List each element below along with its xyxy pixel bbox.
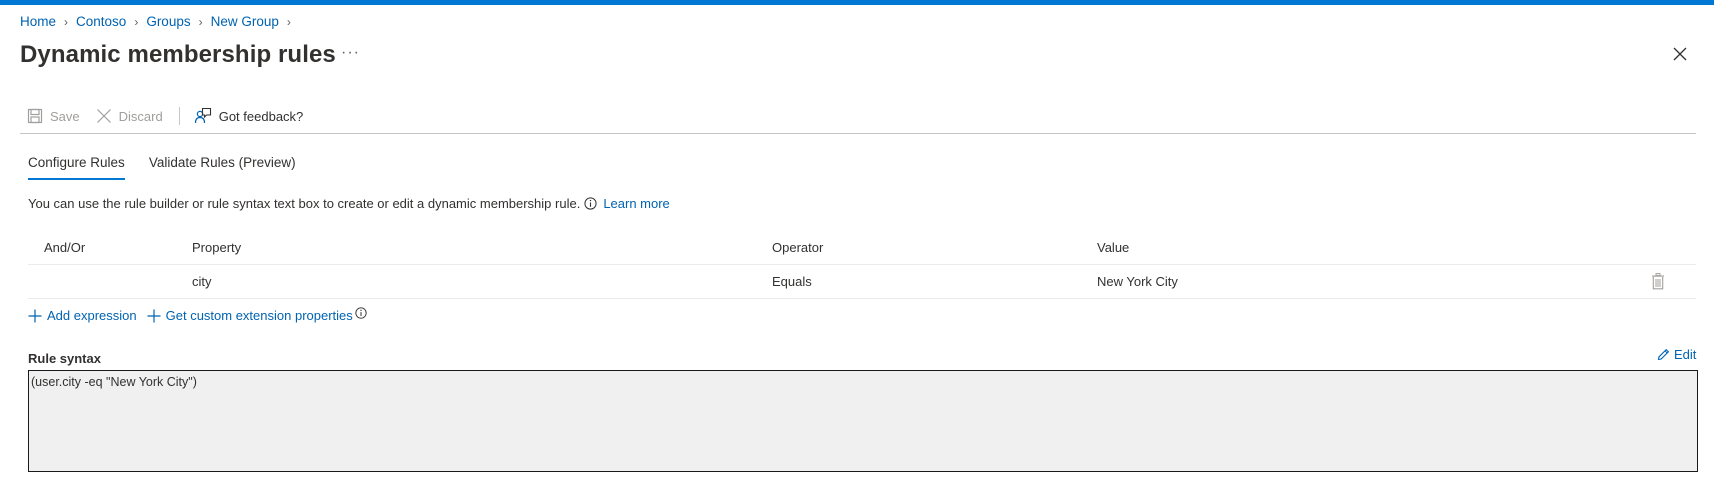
description: You can use the rule builder or rule syn… xyxy=(28,196,670,211)
breadcrumb: Home › Contoso › Groups › New Group › xyxy=(20,14,299,29)
add-expression-button[interactable]: Add expression xyxy=(28,308,137,323)
rule-actions: Add expression Get custom extension prop… xyxy=(28,306,377,323)
plus-icon xyxy=(147,309,161,322)
tab-list: Configure Rules Validate Rules (Preview) xyxy=(28,155,320,180)
description-text: You can use the rule builder or rule syn… xyxy=(28,196,581,211)
table-row[interactable]: city Equals New York City xyxy=(28,265,1696,299)
property-cell[interactable]: city xyxy=(192,265,212,298)
tab-configure-rules[interactable]: Configure Rules xyxy=(28,155,125,180)
discard-button[interactable]: Discard xyxy=(96,108,163,124)
edit-rule-syntax-button[interactable]: Edit xyxy=(1657,347,1696,362)
rule-syntax-label: Rule syntax xyxy=(28,351,101,366)
close-icon xyxy=(1673,47,1687,61)
custom-props-label: Get custom extension properties xyxy=(165,308,353,323)
trash-icon xyxy=(1652,273,1664,290)
column-header-property: Property xyxy=(192,239,242,255)
column-header-operator: Operator xyxy=(772,239,824,255)
toolbar-divider xyxy=(178,107,180,125)
operator-cell[interactable]: Equals xyxy=(772,265,812,298)
discard-label: Discard xyxy=(118,108,163,124)
feedback-icon xyxy=(194,107,211,124)
chevron-right-icon: › xyxy=(286,14,291,29)
chevron-right-icon: › xyxy=(198,14,203,29)
close-icon xyxy=(96,109,111,123)
value-cell[interactable]: New York City xyxy=(1097,265,1178,298)
edit-label: Edit xyxy=(1674,347,1697,362)
info-icon xyxy=(584,197,597,210)
column-header-value: Value xyxy=(1097,239,1130,255)
get-custom-extension-properties-button[interactable]: Get custom extension properties xyxy=(147,306,367,323)
close-button[interactable] xyxy=(1672,46,1688,62)
chevron-right-icon: › xyxy=(64,14,69,29)
delete-row-button[interactable] xyxy=(1651,265,1665,298)
more-options-button[interactable]: ··· xyxy=(341,44,360,62)
save-icon xyxy=(27,108,43,124)
page-title: Dynamic membership rules xyxy=(20,41,336,68)
chevron-right-icon: › xyxy=(134,14,139,29)
feedback-label: Got feedback? xyxy=(218,108,304,124)
table-header: And/Or Property Operator Value xyxy=(28,230,1696,265)
add-expression-label: Add expression xyxy=(47,308,137,323)
breadcrumb-contoso[interactable]: Contoso xyxy=(76,14,126,29)
pencil-icon xyxy=(1657,348,1670,361)
top-accent-bar xyxy=(0,0,1714,5)
rule-builder-table: And/Or Property Operator Value city Equa… xyxy=(28,230,1696,299)
save-button[interactable]: Save xyxy=(27,108,80,124)
save-label: Save xyxy=(50,108,80,124)
breadcrumb-home[interactable]: Home xyxy=(20,14,56,29)
feedback-button[interactable]: Got feedback? xyxy=(194,107,304,125)
breadcrumb-groups[interactable]: Groups xyxy=(146,14,190,29)
column-header-andor: And/Or xyxy=(44,239,86,255)
toolbar-divider-line xyxy=(20,133,1696,134)
learn-more-link[interactable]: Learn more xyxy=(603,196,669,211)
rule-syntax-textbox[interactable]: (user.city -eq "New York City") xyxy=(28,370,1698,472)
tab-validate-rules[interactable]: Validate Rules (Preview) xyxy=(149,155,296,180)
breadcrumb-new-group[interactable]: New Group xyxy=(211,14,279,29)
command-bar: Save Discard Got feedback? xyxy=(27,105,303,127)
info-icon xyxy=(355,306,367,319)
plus-icon xyxy=(28,309,42,322)
